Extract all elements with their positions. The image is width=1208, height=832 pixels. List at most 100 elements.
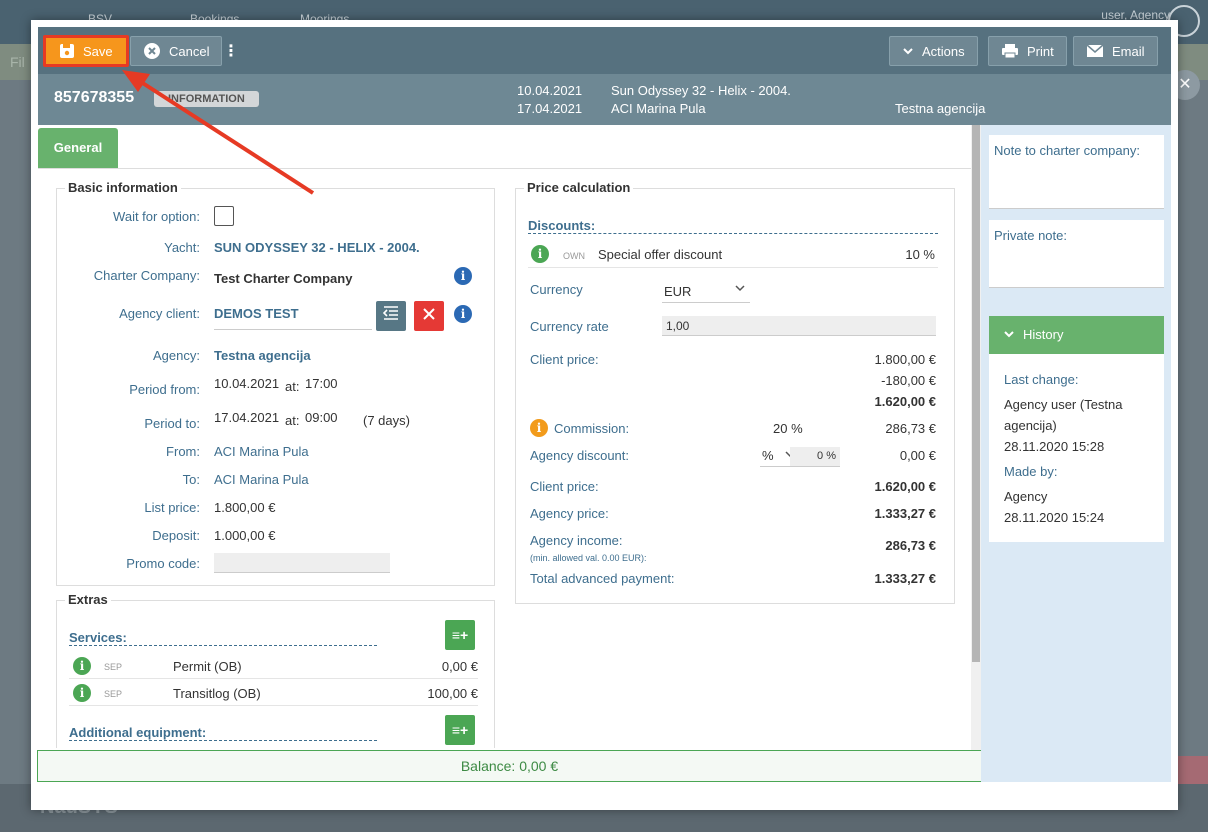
- currency-select[interactable]: EUR: [662, 277, 750, 303]
- agency-price-value: 1.333,27 €: [874, 506, 936, 521]
- agency-value[interactable]: Testna agencija: [214, 348, 311, 363]
- cancel-button[interactable]: Cancel: [130, 36, 223, 66]
- extras-panel: Extras Services: ≡+ i SEP Permit (OB) 0,…: [56, 592, 495, 748]
- period-from-date[interactable]: 10.04.2021: [214, 376, 279, 391]
- services-title: Services:: [69, 630, 377, 646]
- commission-value: 286,73 €: [885, 421, 936, 436]
- total-advanced-payment-label: Total advanced payment:: [530, 571, 675, 586]
- promo-code-input[interactable]: [214, 553, 390, 573]
- from-value[interactable]: ACI Marina Pula: [214, 444, 309, 459]
- booking-id: 857678355: [54, 89, 135, 106]
- header-yacht: Sun Odyssey 32 - Helix - 2004.: [611, 83, 791, 98]
- chevron-down-icon: [1004, 331, 1014, 338]
- commission-label: Commission:: [554, 421, 630, 436]
- printer-icon: [1002, 44, 1018, 59]
- service-name: Transitlog (OB): [173, 686, 261, 701]
- list-edit-icon: [382, 306, 398, 320]
- service-info-icon[interactable]: i: [73, 684, 91, 702]
- made-by-label: Made by:: [1004, 464, 1058, 479]
- private-note-field[interactable]: Private note:: [989, 220, 1164, 288]
- agency-client-underline: [214, 329, 372, 330]
- period-from-label: Period from:: [129, 382, 200, 397]
- bg-strip-label: Fil: [10, 54, 25, 70]
- agency-discount-input[interactable]: 0 %: [790, 447, 840, 467]
- charter-note-label: Note to charter company:: [994, 143, 1140, 158]
- service-info-icon[interactable]: i: [73, 657, 91, 675]
- history-title: History: [1023, 327, 1064, 342]
- chevron-down-icon: [903, 48, 913, 55]
- add-equipment-button[interactable]: ≡+: [445, 715, 475, 745]
- agency-price-label: Agency price:: [530, 506, 609, 521]
- client-price-base: 1.800,00 €: [874, 352, 936, 367]
- agency-client-value[interactable]: DEMOS TEST: [214, 306, 299, 321]
- charter-company-info-icon[interactable]: i: [454, 267, 472, 285]
- client-price-discount: -180,00 €: [881, 373, 936, 388]
- charter-company-value: Test Charter Company: [214, 271, 353, 286]
- period-days: (7 days): [363, 413, 410, 428]
- wait-for-option-checkbox[interactable]: [214, 206, 234, 226]
- discount-row: i OWN Special offer discount 10 %: [528, 241, 938, 268]
- deposit-label: Deposit:: [152, 528, 200, 543]
- background-block: [1178, 756, 1208, 786]
- tab-general[interactable]: General: [38, 128, 118, 168]
- wait-for-option-label: Wait for option:: [113, 209, 200, 224]
- from-label: From:: [166, 444, 200, 459]
- close-icon: [423, 308, 435, 320]
- discount-tag: OWN: [563, 251, 585, 261]
- commission-info-icon[interactable]: i: [530, 419, 548, 437]
- currency-value: EUR: [664, 284, 692, 299]
- save-button[interactable]: Save: [43, 35, 129, 67]
- edit-client-button[interactable]: [376, 301, 406, 331]
- made-by-user: Agency: [1004, 489, 1048, 504]
- basic-information-panel: Basic information Wait for option: Yacht…: [56, 180, 495, 586]
- notes-sidebar: Note to charter company: Private note: H…: [981, 125, 1171, 782]
- additional-equipment-title: Additional equipment:: [69, 725, 377, 741]
- service-row: i SEP Permit (OB) 0,00 €: [69, 652, 478, 679]
- client-price-total: 1.620,00 €: [874, 394, 936, 409]
- charter-note-field[interactable]: Note to charter company:: [989, 135, 1164, 209]
- scrollbar-thumb[interactable]: [972, 125, 980, 662]
- discount-info-icon[interactable]: i: [531, 245, 549, 263]
- currency-rate-input[interactable]: 1,00: [662, 316, 936, 336]
- tab-divider: [38, 168, 971, 169]
- print-button[interactable]: Print: [988, 36, 1067, 66]
- period-to-time[interactable]: 09:00: [305, 410, 338, 425]
- service-price: 100,00 €: [427, 686, 478, 701]
- agency-label: Agency:: [153, 348, 200, 363]
- period-to-date[interactable]: 17.04.2021: [214, 410, 279, 425]
- main-content: General Basic information Wait for optio…: [38, 125, 981, 748]
- cancel-label: Cancel: [169, 43, 210, 59]
- to-value[interactable]: ACI Marina Pula: [214, 472, 309, 487]
- envelope-icon: [1086, 44, 1104, 57]
- yacht-label: Yacht:: [164, 240, 200, 255]
- to-label: To:: [182, 472, 200, 487]
- basic-information-title: Basic information: [65, 180, 181, 195]
- balance-bar: Balance: 0,00 €: [37, 750, 982, 782]
- period-to-at: at:: [285, 413, 300, 428]
- period-from-time[interactable]: 17:00: [305, 376, 338, 391]
- private-note-label: Private note:: [994, 228, 1067, 243]
- add-service-button[interactable]: ≡+: [445, 620, 475, 650]
- save-label: Save: [83, 43, 113, 59]
- last-change-label: Last change:: [1004, 372, 1079, 387]
- discounts-title: Discounts:: [528, 218, 938, 234]
- made-by-date: 28.11.2020 15:24: [1004, 510, 1105, 525]
- header-date-from: 10.04.2021: [517, 83, 583, 98]
- print-label: Print: [1027, 43, 1054, 59]
- service-tag: SEP: [104, 689, 123, 699]
- email-label: Email: [1112, 43, 1145, 59]
- price-calculation-title: Price calculation: [524, 180, 634, 195]
- floppy-icon: [60, 44, 74, 58]
- actions-button[interactable]: Actions: [889, 36, 978, 66]
- content-scrollbar[interactable]: [971, 125, 981, 770]
- period-to-label: Period to:: [144, 416, 200, 431]
- more-options-icon[interactable]: ⋮: [223, 36, 239, 66]
- history-toggle[interactable]: History: [989, 316, 1164, 354]
- agency-client-info-icon[interactable]: i: [454, 305, 472, 323]
- chevron-down-icon: [735, 285, 745, 292]
- actions-label: Actions: [922, 43, 965, 59]
- yacht-link[interactable]: SUN ODYSSEY 32 - HELIX - 2004.: [214, 240, 420, 255]
- email-button[interactable]: Email: [1073, 36, 1158, 66]
- total-advanced-payment-value: 1.333,27 €: [874, 571, 936, 586]
- remove-client-button[interactable]: [414, 301, 444, 331]
